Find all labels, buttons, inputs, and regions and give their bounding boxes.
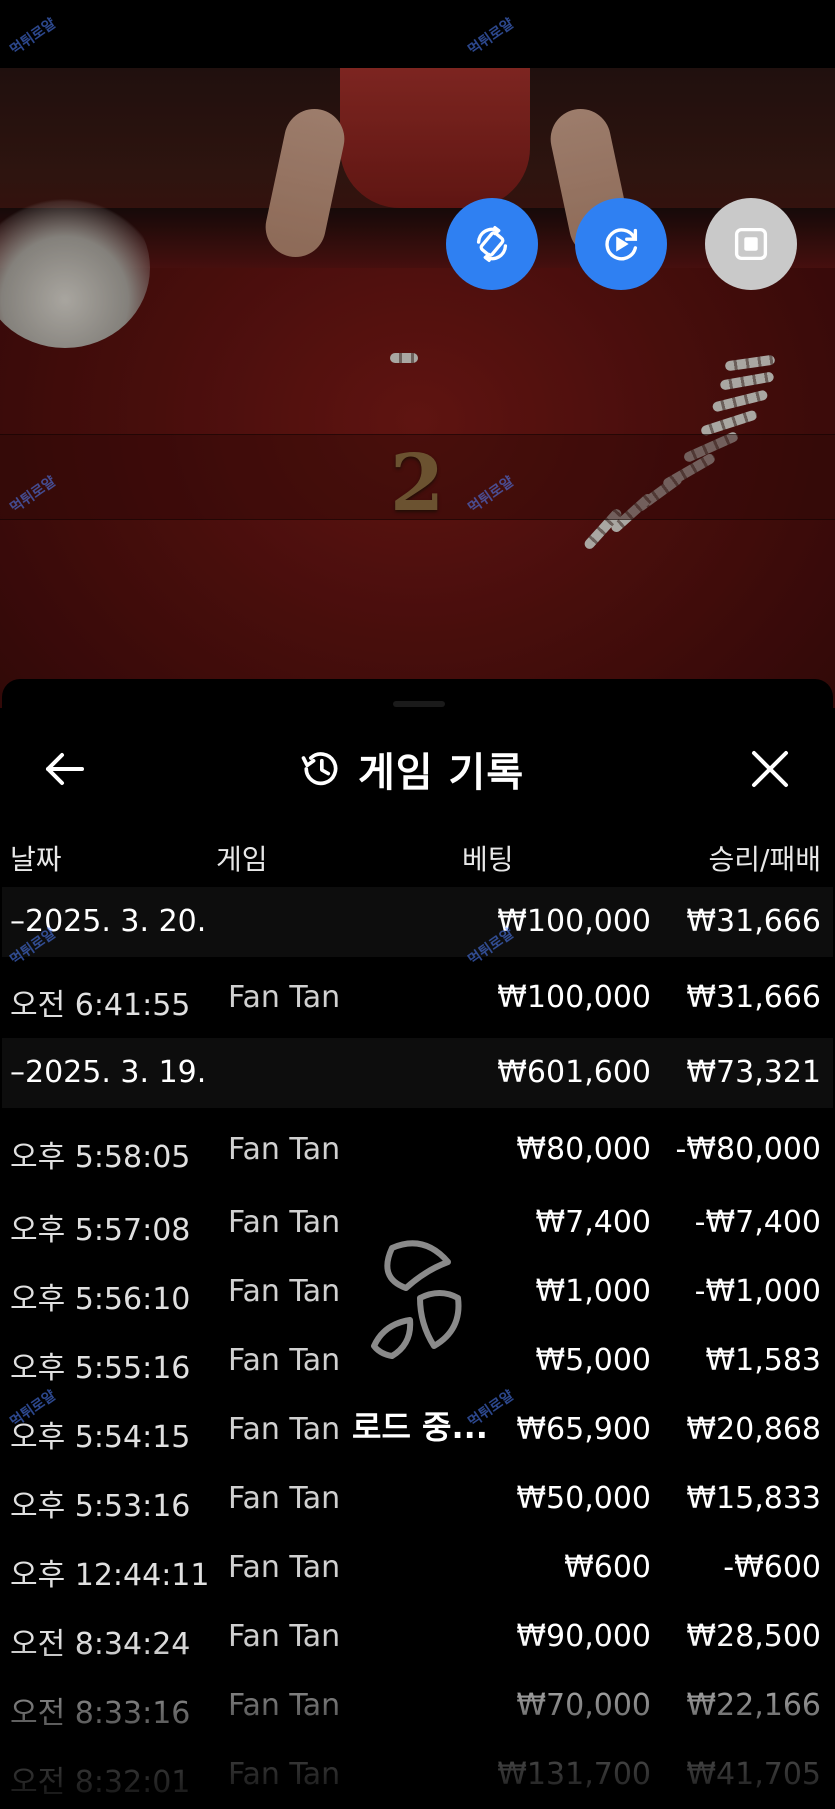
- column-header-game[interactable]: 게임: [216, 838, 268, 878]
- history-row[interactable]: 오전 8:34:24 Fan Tan ₩90,000 ₩28,500: [2, 1602, 833, 1671]
- group-result-total: ₩31,666: [686, 904, 821, 939]
- group-bet-total: ₩601,600: [497, 1055, 651, 1090]
- row-game: Fan Tan: [228, 1688, 341, 1723]
- row-result: ₩28,500: [686, 1619, 821, 1654]
- row-bet: ₩50,000: [516, 1481, 651, 1516]
- close-icon: [752, 751, 788, 787]
- row-game: Fan Tan: [228, 1481, 341, 1516]
- row-time: 오후 5:56:10: [10, 1282, 191, 1317]
- loading-text: 로드 중...: [352, 1408, 488, 1446]
- close-button[interactable]: [748, 747, 792, 791]
- row-bet: ₩90,000: [516, 1619, 651, 1654]
- back-button[interactable]: [42, 749, 86, 789]
- row-game: Fan Tan: [228, 1757, 341, 1792]
- live-video: 2: [0, 68, 835, 708]
- row-bet: ₩65,900: [516, 1412, 651, 1447]
- rotate-screen-icon: [476, 226, 508, 262]
- row-result: -₩7,400: [694, 1205, 821, 1240]
- history-row[interactable]: 오전 6:41:55 Fan Tan ₩100,000 ₩31,666: [2, 957, 833, 1038]
- row-bet: ₩80,000: [516, 1132, 651, 1167]
- loading-spinner-icon: [371, 1240, 462, 1359]
- history-row[interactable]: 오전 8:33:16 Fan Tan ₩70,000 ₩22,166: [2, 1671, 833, 1740]
- row-time: 오후 5:58:05: [10, 1140, 191, 1175]
- row-bet: ₩600: [564, 1550, 651, 1585]
- row-game: Fan Tan: [228, 1412, 341, 1447]
- row-bet: ₩131,700: [497, 1757, 651, 1792]
- row-result: -₩600: [723, 1550, 821, 1585]
- row-time: 오전 8:34:24: [10, 1627, 191, 1662]
- arrow-left-icon: [46, 753, 84, 785]
- row-result: ₩15,833: [686, 1481, 821, 1516]
- row-game: Fan Tan: [228, 1205, 341, 1240]
- video-shade: [0, 68, 835, 708]
- history-icon: [301, 752, 338, 786]
- row-bet: ₩7,400: [535, 1205, 651, 1240]
- row-time: 오전 8:32:01: [10, 1765, 191, 1800]
- row-bet: ₩100,000: [497, 980, 651, 1015]
- history-row[interactable]: 오후 12:44:11 Fan Tan ₩600 -₩600: [2, 1533, 833, 1602]
- row-bet: ₩1,000: [535, 1274, 651, 1309]
- stop-button[interactable]: [705, 198, 797, 290]
- row-result: ₩31,666: [686, 980, 821, 1015]
- row-result: -₩1,000: [694, 1274, 821, 1309]
- history-row[interactable]: 오후 5:53:16 Fan Tan ₩50,000 ₩15,833: [2, 1464, 833, 1533]
- row-game: Fan Tan: [228, 1619, 341, 1654]
- page-title-group: 게임 기록: [298, 739, 524, 799]
- row-game: Fan Tan: [228, 1132, 341, 1167]
- history-row[interactable]: 오후 5:58:05 Fan Tan ₩80,000 -₩80,000: [2, 1108, 833, 1188]
- loading-indicator: [362, 1228, 472, 1368]
- row-time: 오후 5:55:16: [10, 1351, 191, 1386]
- row-game: Fan Tan: [228, 1343, 341, 1378]
- row-time: 오전 8:33:16: [10, 1696, 191, 1731]
- row-game: Fan Tan: [228, 1550, 341, 1585]
- history-row[interactable]: 오전 8:32:01 Fan Tan ₩131,700 ₩41,705: [2, 1740, 833, 1809]
- status-bar: [0, 0, 835, 68]
- row-bet: ₩5,000: [535, 1343, 651, 1378]
- date-group-row[interactable]: –2025. 3. 20. ₩100,000 ₩31,666: [2, 887, 833, 957]
- row-result: ₩20,868: [686, 1412, 821, 1447]
- column-header-result[interactable]: 승리/패배: [709, 838, 821, 878]
- page-title: 게임 기록: [358, 750, 525, 796]
- rotate-screen-button[interactable]: [446, 198, 538, 290]
- stop-icon: [734, 227, 768, 261]
- column-header-bet[interactable]: 베팅: [462, 838, 514, 878]
- date-group-row[interactable]: –2025. 3. 19. ₩601,600 ₩73,321: [2, 1038, 833, 1108]
- row-time: 오후 12:44:11: [10, 1558, 210, 1593]
- row-time: 오전 6:41:55: [10, 988, 191, 1023]
- panel-header: 게임 기록: [2, 729, 833, 809]
- group-result-total: ₩73,321: [686, 1055, 821, 1090]
- row-result: ₩1,583: [705, 1343, 821, 1378]
- row-bet: ₩70,000: [516, 1688, 651, 1723]
- drag-handle[interactable]: [393, 701, 445, 707]
- replay-video-button[interactable]: [575, 198, 667, 290]
- row-game: Fan Tan: [228, 980, 341, 1015]
- row-result: ₩22,166: [686, 1688, 821, 1723]
- group-date: –2025. 3. 19.: [10, 1055, 207, 1090]
- replay-video-icon: [605, 228, 638, 261]
- column-header-row: 날짜 게임 베팅 승리/패배: [2, 834, 833, 878]
- row-game: Fan Tan: [228, 1274, 341, 1309]
- row-time: 오후 5:57:08: [10, 1213, 191, 1248]
- row-result: -₩80,000: [675, 1132, 821, 1167]
- column-header-date[interactable]: 날짜: [10, 838, 62, 878]
- row-result: ₩41,705: [686, 1757, 821, 1792]
- row-time: 오후 5:53:16: [10, 1489, 191, 1524]
